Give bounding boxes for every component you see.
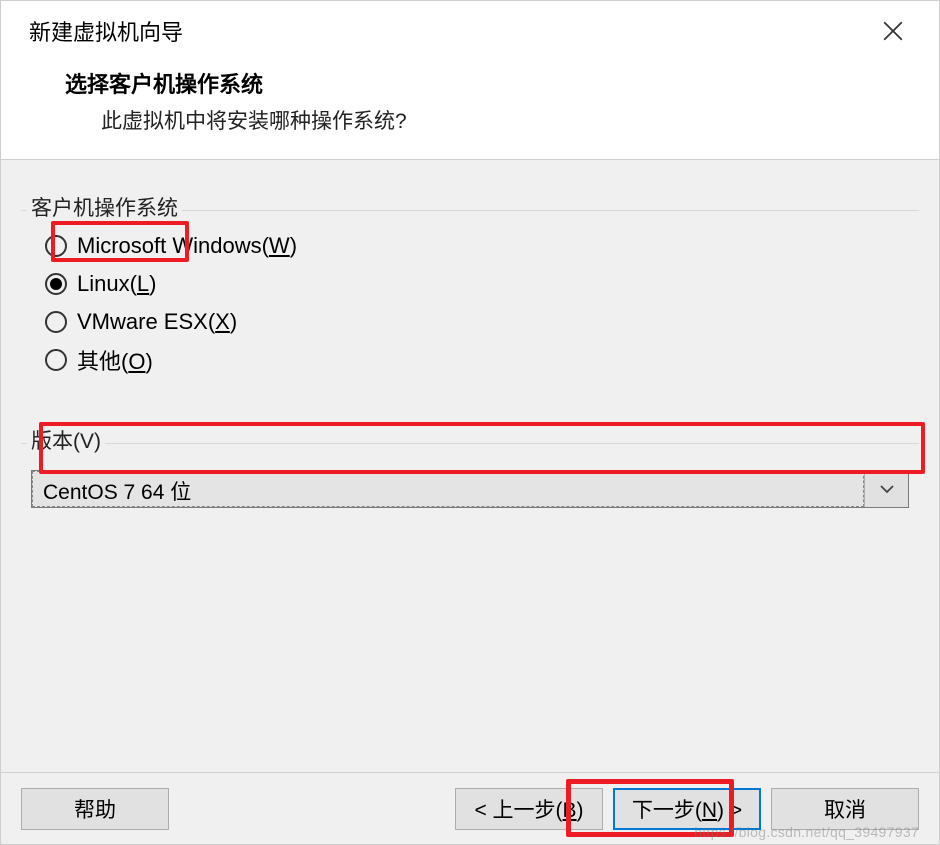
radio-label: VMware ESX(X) xyxy=(77,309,237,335)
version-group: 版本(V) CentOS 7 64 位 xyxy=(21,413,919,518)
version-group-label: 版本(V) xyxy=(27,425,105,455)
help-button-label: 帮助 xyxy=(74,794,116,824)
radio-vmware-esx[interactable]: VMware ESX(X) xyxy=(45,303,907,341)
radio-label: 其他(O) xyxy=(77,344,153,376)
version-selected-value: CentOS 7 64 位 xyxy=(32,471,864,507)
dropdown-arrow-button[interactable] xyxy=(864,471,908,507)
cancel-button[interactable]: 取消 xyxy=(771,788,919,830)
close-icon xyxy=(882,20,904,42)
back-button-label: < 上一步(B) xyxy=(474,794,583,824)
radio-label: Microsoft Windows(W) xyxy=(77,233,297,259)
guest-os-radio-list: Microsoft Windows(W) Linux(L) VMware ESX… xyxy=(45,227,907,379)
radio-other[interactable]: 其他(O) xyxy=(45,341,907,379)
help-button[interactable]: 帮助 xyxy=(21,788,169,830)
radio-label: Linux(L) xyxy=(77,271,157,297)
cancel-button-label: 取消 xyxy=(824,794,866,824)
wizard-window: 新建虚拟机向导 选择客户机操作系统 此虚拟机中将安装哪种操作系统? 客户机操作系… xyxy=(0,0,940,845)
version-dropdown-wrap: CentOS 7 64 位 xyxy=(27,458,913,512)
back-button[interactable]: < 上一步(B) xyxy=(455,788,603,830)
next-button[interactable]: 下一步(N) > xyxy=(613,788,761,830)
radio-icon xyxy=(45,235,67,257)
radio-icon xyxy=(45,311,67,333)
page-subtitle: 此虚拟机中将安装哪种操作系统? xyxy=(65,105,911,135)
titlebar: 新建虚拟机向导 xyxy=(1,1,939,57)
guest-os-group: 客户机操作系统 Microsoft Windows(W) Linux(L) xyxy=(21,180,919,387)
radio-icon xyxy=(45,349,67,371)
guest-os-frame: Microsoft Windows(W) Linux(L) VMware ESX… xyxy=(21,210,919,387)
wizard-header: 选择客户机操作系统 此虚拟机中将安装哪种操作系统? xyxy=(1,57,939,159)
window-title: 新建虚拟机向导 xyxy=(29,15,871,47)
radio-icon xyxy=(45,273,67,295)
version-dropdown[interactable]: CentOS 7 64 位 xyxy=(31,470,909,508)
wizard-body: 客户机操作系统 Microsoft Windows(W) Linux(L) xyxy=(1,159,939,772)
close-button[interactable] xyxy=(871,9,915,53)
page-title: 选择客户机操作系统 xyxy=(65,67,911,99)
radio-linux[interactable]: Linux(L) xyxy=(45,265,907,303)
next-button-label: 下一步(N) > xyxy=(632,794,742,824)
guest-os-group-label: 客户机操作系统 xyxy=(27,192,182,222)
version-frame: CentOS 7 64 位 xyxy=(21,443,919,518)
chevron-down-icon xyxy=(879,484,895,494)
wizard-footer: 帮助 < 上一步(B) 下一步(N) > 取消 https://blog.csd… xyxy=(1,772,939,844)
radio-windows[interactable]: Microsoft Windows(W) xyxy=(45,227,907,265)
